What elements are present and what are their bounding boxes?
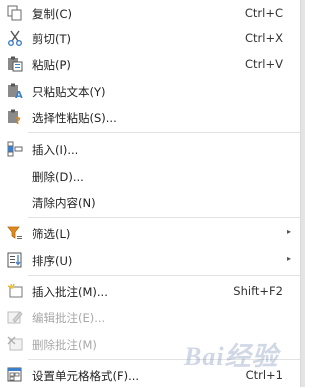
- shortcut-text: Ctrl+1: [245, 368, 283, 382]
- menu-separator: [28, 217, 300, 218]
- shortcut-text: Ctrl+C: [244, 6, 283, 20]
- paste-text-icon: A: [7, 82, 23, 100]
- submenu-arrow-icon: ▸: [286, 227, 291, 236]
- insert-cells-icon: [7, 140, 23, 158]
- filter-icon: [7, 224, 23, 242]
- menu-item-edit-comment: 编辑批注(E)...: [0, 304, 300, 330]
- menu-item-label: 插入(I)...: [32, 143, 79, 157]
- menu-item-label: 编辑批注(E)...: [32, 311, 106, 325]
- menu-item-paste-text[interactable]: A 只粘贴文本(Y): [0, 78, 300, 104]
- menu-separator: [28, 275, 300, 276]
- menu-item-label: 筛选(L): [32, 227, 71, 241]
- paste-icon: [7, 55, 23, 73]
- shortcut-text: Ctrl+X: [245, 31, 283, 45]
- menu-item-copy[interactable]: 复制(C) Ctrl+C: [0, 0, 300, 26]
- shortcut-text: Shift+F2: [233, 284, 283, 298]
- menu-item-delete-comment: 删除批注(M): [0, 331, 300, 357]
- menu-item-clear[interactable]: 清除内容(N): [0, 189, 300, 215]
- comment-add-icon: [7, 282, 23, 300]
- format-cells-icon: [7, 366, 23, 384]
- sort-icon: [7, 251, 23, 269]
- menu-item-insert-comment[interactable]: 插入批注(M)... Shift+F2: [0, 278, 300, 304]
- shortcut-text: Ctrl+V: [245, 57, 283, 71]
- comment-delete-icon: [7, 335, 23, 353]
- menu-item-label: 选择性粘贴(S)...: [32, 111, 117, 125]
- menu-item-paste[interactable]: 粘贴(P) Ctrl+V: [0, 51, 300, 77]
- scrollbar[interactable]: [301, 0, 305, 387]
- menu-item-label: 删除(D)...: [32, 170, 84, 184]
- menu-item-label: 剪切(T): [32, 32, 71, 46]
- menu-separator: [28, 359, 300, 360]
- menu-item-cut[interactable]: 剪切(T) Ctrl+X: [0, 25, 300, 51]
- submenu-arrow-icon: ▸: [286, 254, 291, 263]
- context-menu: 复制(C) Ctrl+C 剪切(T) Ctrl+X 粘贴(P) Ctrl+V A…: [0, 0, 301, 387]
- menu-item-label: 清除内容(N): [32, 196, 96, 210]
- copy-icon: [7, 4, 23, 22]
- menu-item-insert[interactable]: 插入(I)...: [0, 136, 300, 162]
- menu-item-filter[interactable]: 筛选(L) ▸: [0, 220, 300, 246]
- menu-item-paste-special[interactable]: ? 选择性粘贴(S)...: [0, 104, 300, 130]
- menu-item-sort[interactable]: 排序(U) ▸: [0, 247, 300, 273]
- menu-item-label: 删除批注(M): [32, 338, 97, 352]
- menu-separator: [28, 132, 300, 133]
- menu-item-label: 设置单元格格式(F)...: [32, 369, 140, 383]
- menu-item-label: 只粘贴文本(Y): [32, 85, 106, 99]
- menu-item-label: 复制(C): [32, 7, 73, 21]
- scissors-icon: [7, 29, 23, 47]
- menu-item-label: 粘贴(P): [32, 58, 71, 72]
- menu-item-format-cells[interactable]: 设置单元格格式(F)... Ctrl+1: [0, 362, 300, 388]
- menu-item-delete[interactable]: 删除(D)...: [0, 163, 300, 189]
- menu-item-label: 插入批注(M)...: [32, 285, 108, 299]
- svg-text:A: A: [15, 90, 23, 99]
- paste-special-icon: ?: [7, 108, 23, 126]
- svg-text:?: ?: [15, 116, 21, 125]
- comment-edit-icon: [7, 308, 23, 326]
- menu-item-label: 排序(U): [32, 254, 73, 268]
